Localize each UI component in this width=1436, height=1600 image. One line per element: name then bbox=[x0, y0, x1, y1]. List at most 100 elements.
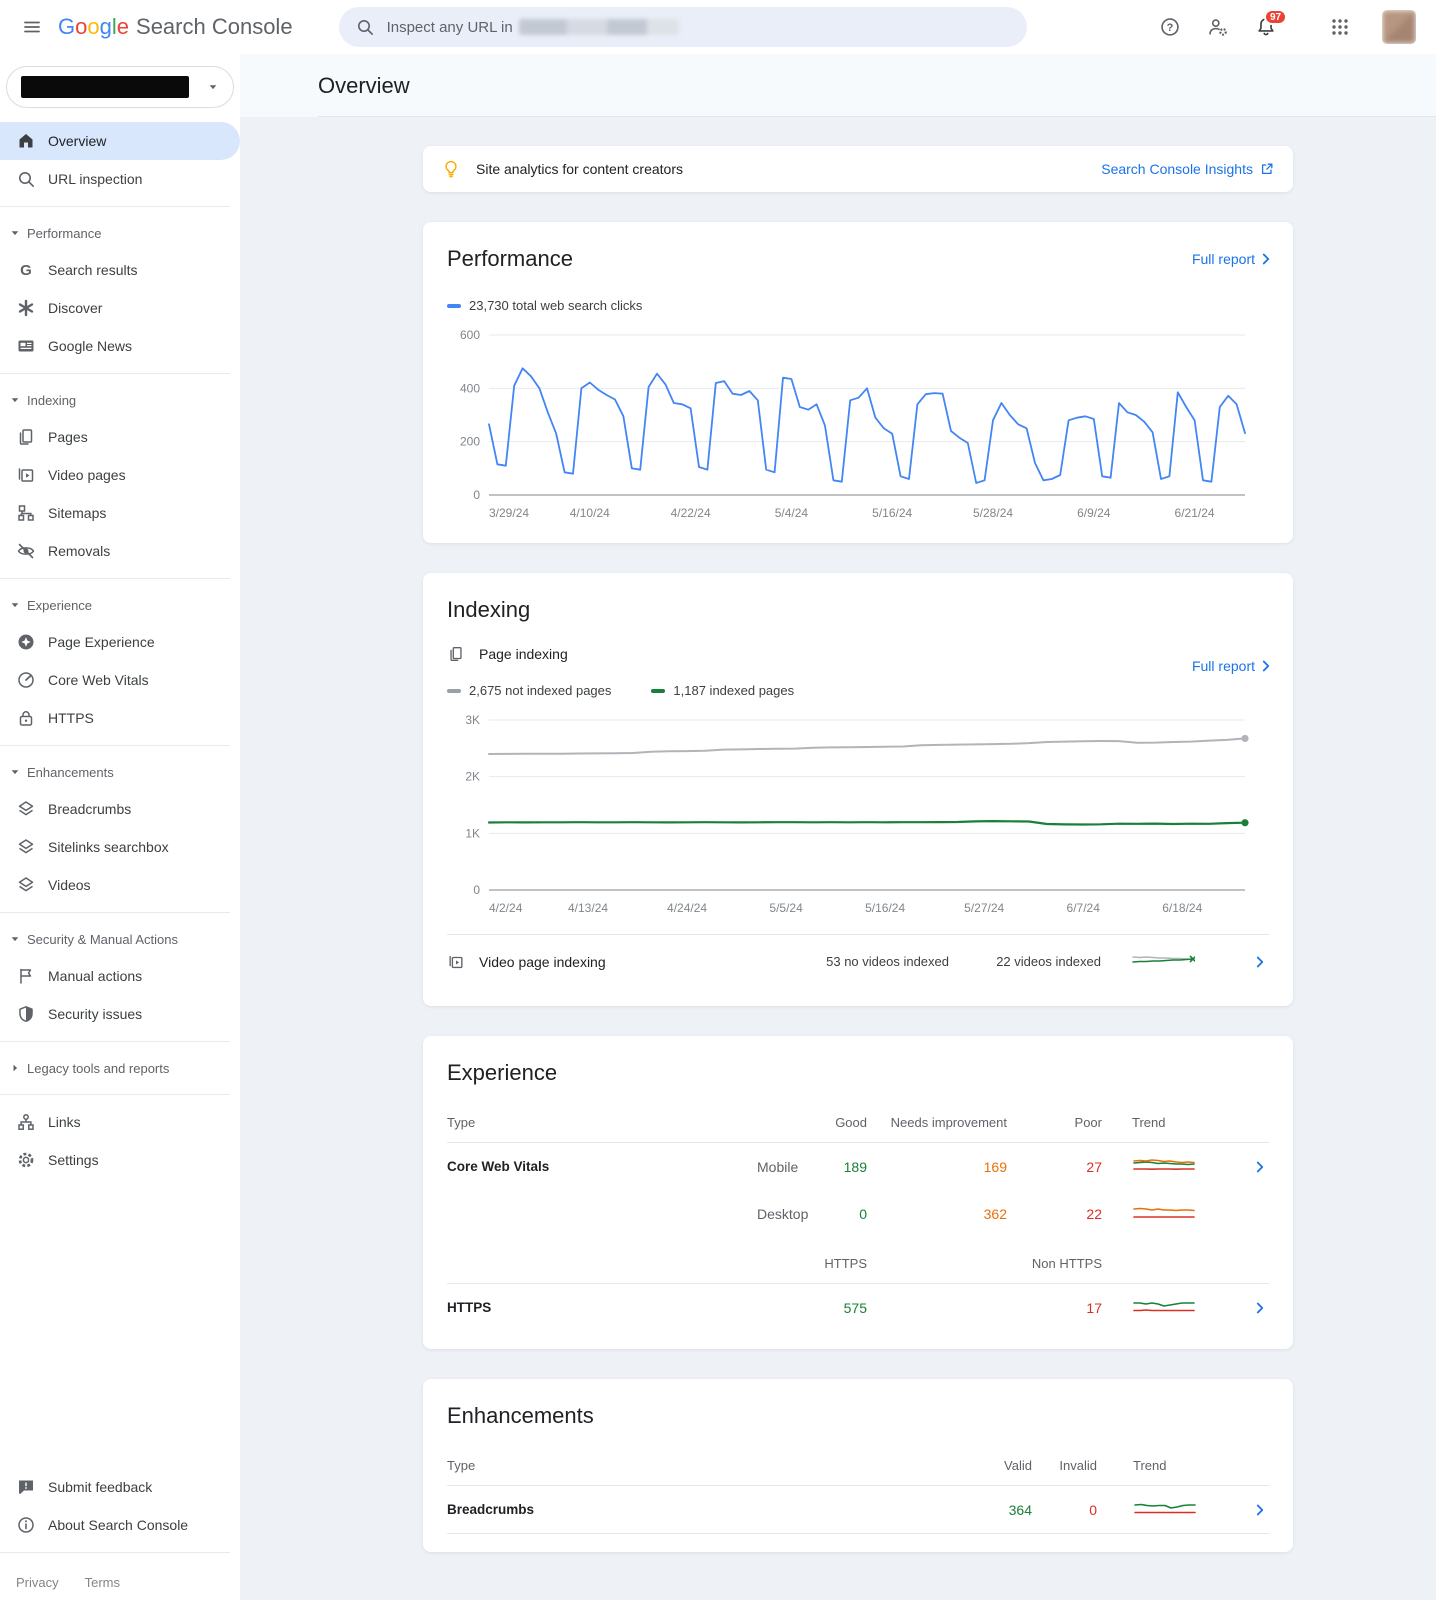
sidebar-item-sitelinks-searchbox[interactable]: Sitelinks searchbox bbox=[0, 828, 240, 866]
sidebar-item-removals[interactable]: Removals bbox=[0, 532, 240, 570]
breadcrumbs-row[interactable]: Breadcrumbs 364 0 bbox=[447, 1486, 1269, 1533]
https-sparkline bbox=[1133, 1302, 1195, 1312]
cwv-desktop-sparkline bbox=[1133, 1207, 1195, 1218]
feedback-icon bbox=[16, 1477, 36, 1497]
user-settings-icon bbox=[1209, 19, 1227, 36]
sidebar-section-experience[interactable]: Experience bbox=[0, 587, 240, 623]
top-bar: Google Search Console Inspect any URL in… bbox=[0, 0, 1436, 54]
external-link-icon bbox=[1261, 163, 1273, 175]
device-label: Mobile bbox=[757, 1158, 799, 1175]
search-console-insights-link[interactable]: Search Console Insights bbox=[1101, 161, 1275, 177]
sidebar-item-search-results[interactable]: G Search results bbox=[0, 251, 240, 289]
sidebar-item-settings[interactable]: Settings bbox=[0, 1141, 240, 1179]
svg-text:0: 0 bbox=[473, 883, 480, 897]
chevron-right-icon bbox=[1262, 253, 1270, 265]
sidebar-section-enhancements[interactable]: Enhancements bbox=[0, 754, 240, 790]
core-web-vitals-mobile-row[interactable]: Core Web Vitals Mobile 189 169 27 bbox=[447, 1143, 1269, 1190]
sidebar-item-breadcrumbs[interactable]: Breadcrumbs bbox=[0, 790, 240, 828]
divider bbox=[447, 1533, 1269, 1534]
search-icon bbox=[357, 20, 373, 36]
chevron-right-icon[interactable] bbox=[1251, 1299, 1269, 1317]
info-icon bbox=[16, 1515, 36, 1535]
property-selector[interactable] bbox=[6, 66, 234, 108]
video-page-indexing-row[interactable]: Video page indexing 53 no videos indexed… bbox=[447, 934, 1269, 988]
svg-text:3K: 3K bbox=[465, 713, 480, 727]
caret-down-icon bbox=[9, 227, 21, 239]
sidebar-item-links[interactable]: Links bbox=[0, 1103, 240, 1141]
apps-grid-button[interactable] bbox=[1320, 7, 1360, 47]
chevron-right-icon[interactable] bbox=[1251, 1501, 1269, 1519]
sidebar-item-google-news[interactable]: Google News bbox=[0, 327, 240, 365]
sidebar-item-videos[interactable]: Videos bbox=[0, 866, 240, 904]
svg-text:5/16/24: 5/16/24 bbox=[865, 901, 905, 915]
search-placeholder: Inspect any URL in bbox=[386, 18, 513, 36]
performance-line-chart[interactable]: 0 200 400 600 3/29/24 4/10/24 4/22/24 5/4/24 5/1… bbox=[447, 325, 1269, 525]
notifications-button[interactable]: 97 bbox=[1246, 7, 1288, 47]
submit-feedback-button[interactable]: Submit feedback bbox=[0, 1468, 240, 1506]
indexing-card: Indexing Full report Page indexing 2,675… bbox=[423, 573, 1293, 1006]
performance-title: Performance bbox=[447, 246, 573, 271]
sidebar-item-video-pages[interactable]: Video pages bbox=[0, 456, 240, 494]
sidebar-item-security-issues[interactable]: Security issues bbox=[0, 995, 240, 1033]
performance-card: Performance Full report 23,730 total web… bbox=[423, 222, 1293, 543]
gear-icon bbox=[16, 1150, 36, 1170]
url-inspect-search-input[interactable]: Inspect any URL in bbox=[338, 7, 1027, 47]
eye-off-icon bbox=[16, 541, 36, 561]
sidebar-item-url-inspection[interactable]: URL inspection bbox=[0, 160, 240, 198]
sidebar-section-legacy-tools[interactable]: Legacy tools and reports bbox=[0, 1050, 240, 1086]
https-table-header: HTTPS Non HTTPS bbox=[824, 1255, 1102, 1271]
account-avatar[interactable] bbox=[1382, 10, 1416, 44]
indexing-line-chart[interactable]: 0 1K 2K 3K 4/2/24 4/13/24 4/24/24 5/5/24 5/16/24… bbox=[447, 710, 1269, 920]
svg-text:1K: 1K bbox=[465, 826, 480, 840]
help-button[interactable]: ? bbox=[1150, 7, 1190, 47]
sidebar-item-discover[interactable]: Discover bbox=[0, 289, 240, 327]
privacy-link[interactable]: Privacy bbox=[16, 1575, 59, 1590]
divider bbox=[0, 745, 230, 746]
sidebar-section-indexing[interactable]: Indexing bbox=[0, 382, 240, 418]
breadcrumbs-sparkline bbox=[1134, 1503, 1196, 1514]
main-content: Overview Site analytics for content crea… bbox=[240, 54, 1436, 1600]
svg-text:G: G bbox=[20, 262, 32, 279]
svg-text:4/10/24: 4/10/24 bbox=[570, 506, 610, 520]
chevron-right-icon[interactable] bbox=[1251, 953, 1269, 971]
svg-text:4/13/24: 4/13/24 bbox=[568, 901, 608, 915]
svg-text:4/2/24: 4/2/24 bbox=[489, 901, 523, 915]
cwv-mobile-good: 189 bbox=[843, 1158, 867, 1175]
user-settings-button[interactable] bbox=[1198, 7, 1238, 47]
performance-full-report-link[interactable]: Full report bbox=[1192, 250, 1275, 268]
chevron-right-icon[interactable] bbox=[1251, 1158, 1269, 1176]
sidebar: Overview URL inspection Performance G Se… bbox=[0, 54, 240, 1600]
shield-icon bbox=[16, 1004, 36, 1024]
sidebar-item-core-web-vitals[interactable]: Core Web Vitals bbox=[0, 661, 240, 699]
sidebar-item-sitemaps[interactable]: Sitemaps bbox=[0, 494, 240, 532]
terms-link[interactable]: Terms bbox=[85, 1575, 120, 1590]
core-web-vitals-desktop-row[interactable]: Desktop 0 362 22 bbox=[447, 1190, 1269, 1237]
menu-button[interactable] bbox=[12, 7, 52, 47]
layers-icon bbox=[16, 799, 36, 819]
lightbulb-icon bbox=[445, 160, 457, 178]
svg-text:6/18/24: 6/18/24 bbox=[1162, 901, 1202, 915]
layers-icon bbox=[16, 837, 36, 857]
enhancements-title: Enhancements bbox=[447, 1403, 594, 1428]
svg-text:0: 0 bbox=[473, 488, 480, 502]
sidebar-item-https[interactable]: HTTPS bbox=[0, 699, 240, 737]
sidebar-section-security[interactable]: Security & Manual Actions bbox=[0, 921, 240, 957]
hamburger-icon bbox=[24, 21, 40, 33]
about-search-console-button[interactable]: About Search Console bbox=[0, 1506, 240, 1544]
asterisk-icon bbox=[16, 298, 36, 318]
sidebar-item-manual-actions[interactable]: Manual actions bbox=[0, 957, 240, 995]
gauge-icon bbox=[16, 670, 36, 690]
legal-links: Privacy Terms bbox=[0, 1561, 240, 1590]
svg-text:4/24/24: 4/24/24 bbox=[667, 901, 707, 915]
sidebar-section-performance[interactable]: Performance bbox=[0, 215, 240, 251]
sidebar-item-pages[interactable]: Pages bbox=[0, 418, 240, 456]
https-row[interactable]: HTTPS 575 17 bbox=[447, 1284, 1269, 1331]
sidebar-item-page-experience[interactable]: Page Experience bbox=[0, 623, 240, 661]
video-pages-icon bbox=[16, 465, 36, 485]
notification-badge: 97 bbox=[1264, 9, 1288, 25]
no-videos-indexed-count: 53 no videos indexed bbox=[826, 954, 949, 969]
sidebar-item-overview[interactable]: Overview bbox=[0, 122, 240, 160]
indexing-full-report-link[interactable]: Full report bbox=[1192, 657, 1275, 675]
svg-text:5/28/24: 5/28/24 bbox=[973, 506, 1013, 520]
app-window: Google Search Console Inspect any URL in… bbox=[0, 0, 1436, 1600]
